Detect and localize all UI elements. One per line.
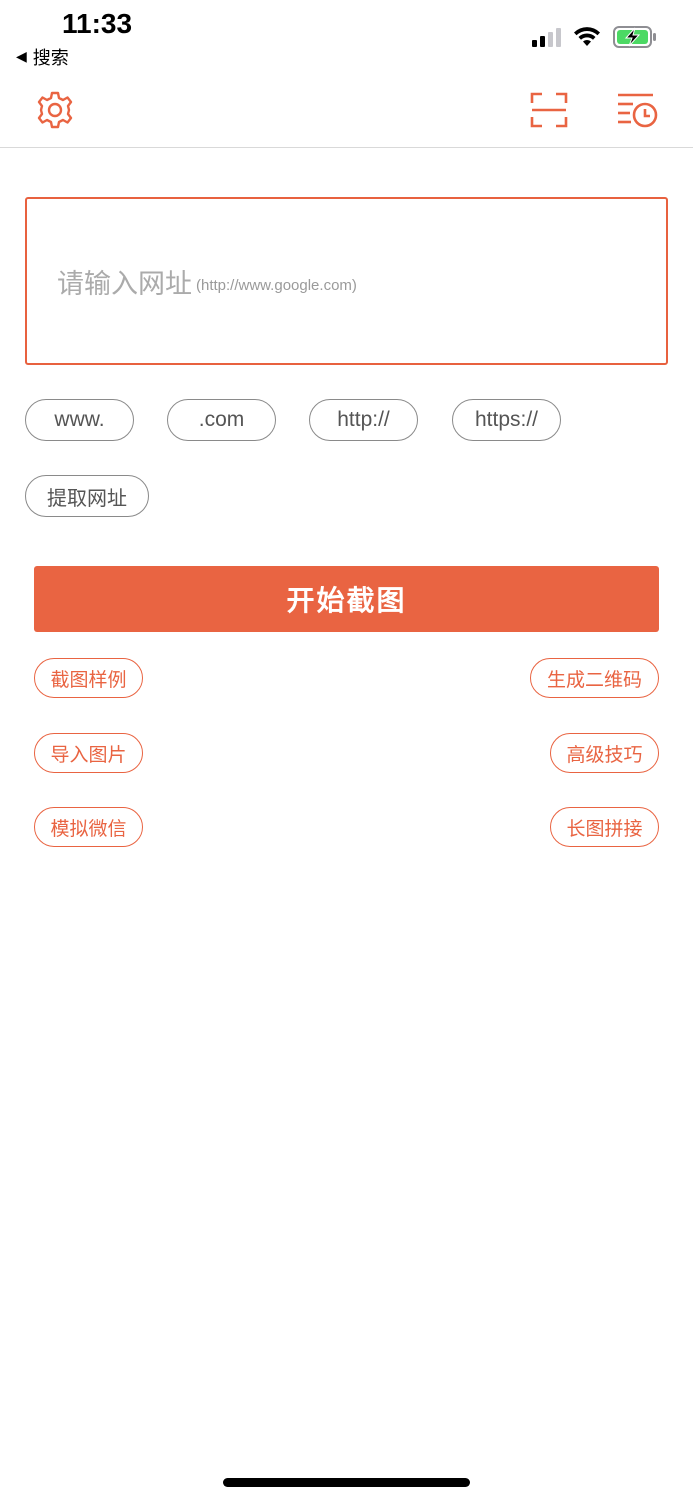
home-indicator[interactable] <box>223 1478 470 1487</box>
advanced-tips-link[interactable]: 高级技巧 <box>550 733 659 773</box>
cellular-signal-icon <box>532 27 561 47</box>
status-indicators <box>532 26 657 48</box>
gear-icon <box>37 91 73 129</box>
app-screen: 11:33 ◀ 搜索 请输入网址 (http://www.google.com)… <box>0 0 693 1500</box>
long-image-stitch-link[interactable]: 长图拼接 <box>550 807 659 847</box>
chip-https[interactable]: https:// <box>452 399 561 441</box>
status-time: 11:33 <box>62 8 133 39</box>
back-label: 搜索 <box>32 48 69 69</box>
back-to-search-link[interactable]: ◀ 搜索 <box>16 44 69 70</box>
start-screenshot-button[interactable]: 开始截图 <box>34 566 659 632</box>
extract-url-button[interactable]: 提取网址 <box>25 475 149 517</box>
url-input[interactable]: 请输入网址 (http://www.google.com) <box>25 197 668 365</box>
settings-button[interactable] <box>33 88 77 132</box>
screenshot-sample-link[interactable]: 截图样例 <box>34 658 143 698</box>
scan-icon <box>530 92 568 128</box>
battery-charging-icon <box>613 26 656 48</box>
simulate-wechat-link[interactable]: 模拟微信 <box>34 807 143 847</box>
chip-http[interactable]: http:// <box>309 399 418 441</box>
import-image-link[interactable]: 导入图片 <box>34 733 143 773</box>
chip-www[interactable]: www. <box>25 399 134 441</box>
generate-qrcode-link[interactable]: 生成二维码 <box>530 658 659 698</box>
history-icon <box>618 93 658 128</box>
history-button[interactable] <box>615 88 659 132</box>
back-arrow-icon: ◀ <box>16 49 27 65</box>
chip-com[interactable]: .com <box>167 399 276 441</box>
wifi-icon <box>574 27 600 46</box>
scan-button[interactable] <box>527 88 571 132</box>
url-placeholder-hint: (http://www.google.com) <box>196 276 357 294</box>
url-placeholder: 请输入网址 <box>57 268 192 300</box>
header-divider <box>0 147 693 148</box>
